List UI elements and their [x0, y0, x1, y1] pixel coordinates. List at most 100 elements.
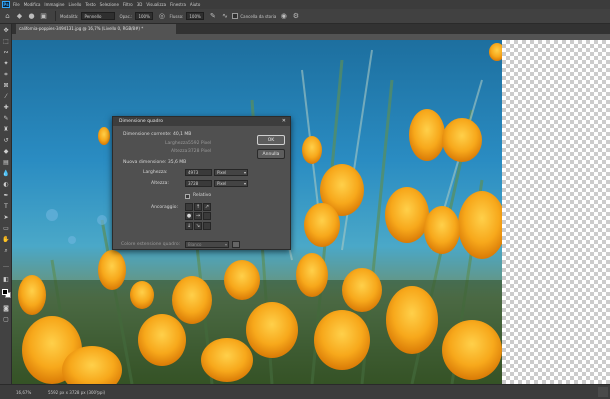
opacity-field[interactable]: 100% — [135, 12, 154, 20]
menu-type[interactable]: Testo — [85, 2, 95, 7]
document-tab-bar: california-poppies-3494131.jpg @ 16,7% (… — [12, 24, 610, 34]
document-tab[interactable]: california-poppies-3494131.jpg @ 16,7% (… — [16, 24, 176, 34]
anchor-grid: ↑ ↗ ● → ↓ ↘ — [185, 203, 212, 230]
anchor-center[interactable]: → — [194, 212, 202, 221]
brush-settings-icon[interactable]: ▣ — [39, 12, 48, 21]
chevron-down-icon: ▾ — [243, 170, 246, 175]
current-width-label: Larghezza: — [165, 141, 190, 146]
menu-layer[interactable]: Livello — [69, 2, 82, 7]
chevron-right-icon[interactable]: › — [96, 389, 98, 395]
close-icon[interactable]: ✕ — [282, 117, 286, 126]
menu-help[interactable]: Aiuto — [190, 2, 200, 7]
menu-view[interactable]: Visualizza — [146, 2, 166, 7]
extension-color-select[interactable]: Bianco ▾ — [185, 241, 229, 248]
height-input[interactable]: 3728 — [185, 180, 212, 187]
anchor-bottom-left[interactable]: ↓ — [185, 221, 193, 230]
options-bar: ⌂ ◆ ● ▣ Modalità: Pennello Opac.: 100% ◎… — [0, 9, 610, 24]
anchor-top[interactable]: ↑ — [194, 203, 202, 211]
height-unit-value: Pixel — [217, 181, 227, 186]
brush-tool-icon[interactable]: ✎ — [2, 115, 10, 123]
history-brush-tool-icon[interactable]: ↺ — [2, 137, 10, 145]
eyedropper-tool-icon[interactable]: ⁄ — [2, 93, 10, 101]
tools-panel: ✥ ⬚ ∾ ✦ ⌗ ⊠ ⁄ ✚ ✎ ♜ ↺ ◆ ▤ 💧 ◐ ✒ T ➤ ▭ ✋ … — [0, 24, 12, 384]
type-tool-icon[interactable]: T — [2, 203, 10, 211]
eraser-tool-icon[interactable]: ◆ — [15, 12, 24, 21]
canvas-area[interactable] — [12, 34, 610, 384]
current-height-value: 3728 Pixel — [188, 149, 212, 154]
menu-edit[interactable]: Modifica — [24, 2, 41, 7]
opacity-label: Opac.: — [119, 13, 133, 19]
home-icon[interactable]: ⌂ — [3, 12, 12, 21]
mode-select[interactable]: Pennello — [81, 12, 116, 20]
flow-label: Flusso: — [169, 13, 184, 19]
more-tools-icon[interactable]: … — [2, 262, 10, 270]
marquee-tool-icon[interactable]: ⬚ — [2, 38, 10, 46]
cancel-button[interactable]: Annulla — [257, 149, 285, 159]
menu-window[interactable]: Finestra — [170, 2, 186, 7]
clone-stamp-tool-icon[interactable]: ♜ — [2, 126, 10, 134]
healing-brush-tool-icon[interactable]: ✚ — [2, 104, 10, 112]
symmetry-icon[interactable]: ⚙ — [291, 12, 300, 21]
crop-tool-icon[interactable]: ⌗ — [2, 71, 10, 79]
width-input[interactable]: 4973 — [185, 169, 212, 176]
anchor-bottom-right[interactable] — [203, 221, 211, 230]
menu-bar: Ps File Modifica Immagine Livello Testo … — [0, 0, 610, 9]
scrollbar-corner — [598, 387, 608, 397]
path-selection-tool-icon[interactable]: ➤ — [2, 214, 10, 222]
pressure-size-icon[interactable]: ◉ — [279, 12, 288, 21]
width-unit-value: Pixel — [217, 170, 227, 175]
transparent-canvas-extension — [502, 40, 610, 384]
zoom-level[interactable]: 16,67% — [16, 390, 31, 395]
anchor-top-right[interactable]: ↗ — [203, 203, 211, 211]
height-unit-select[interactable]: Pixel ▾ — [214, 180, 248, 187]
menu-image[interactable]: Immagine — [44, 2, 64, 7]
ok-button[interactable]: OK — [257, 135, 285, 145]
erase-history-label: Cancella da storia — [240, 13, 277, 19]
width-unit-select[interactable]: Pixel ▾ — [214, 169, 248, 176]
hand-tool-icon[interactable]: ✋ — [2, 236, 10, 244]
photoshop-window: Ps File Modifica Immagine Livello Testo … — [0, 0, 610, 399]
quick-selection-tool-icon[interactable]: ✦ — [2, 60, 10, 68]
pressure-opacity-icon[interactable]: ◎ — [157, 12, 166, 21]
dialog-title: Dimensione quadro — [113, 117, 290, 126]
brush-preset-icon[interactable]: ● — [27, 12, 36, 21]
lasso-tool-icon[interactable]: ∾ — [2, 49, 10, 57]
quick-mask-icon[interactable]: ◙ — [2, 305, 10, 313]
menu-3d[interactable]: 3D — [137, 2, 143, 7]
anchor-label: Ancoraggio: — [151, 205, 178, 210]
move-tool-icon[interactable]: ✥ — [2, 27, 10, 35]
erase-history-checkbox[interactable] — [232, 13, 239, 19]
airbrush-icon[interactable]: ✎ — [208, 12, 217, 21]
relative-checkbox[interactable] — [185, 194, 190, 199]
dodge-tool-icon[interactable]: ◐ — [2, 181, 10, 189]
screen-mode-icon[interactable]: ▢ — [2, 316, 10, 324]
menu-file[interactable]: File — [13, 2, 20, 7]
blur-tool-icon[interactable]: 💧 — [2, 170, 10, 178]
gradient-tool-icon[interactable]: ▤ — [2, 159, 10, 167]
relative-label: Relativo — [193, 193, 212, 198]
anchor-right[interactable] — [203, 212, 211, 221]
flow-field[interactable]: 100% — [186, 12, 205, 20]
current-width-value: 5592 Pixel — [188, 141, 212, 146]
menu-select[interactable]: Selezione — [100, 2, 119, 7]
eraser-tool-icon[interactable]: ◆ — [2, 148, 10, 156]
photoshop-logo: Ps — [2, 1, 10, 8]
chevron-down-icon: ▾ — [243, 181, 246, 186]
extension-color-swatch[interactable] — [232, 241, 240, 248]
menu-filter[interactable]: Filtro — [123, 2, 133, 7]
separator — [55, 11, 56, 21]
extension-color-value: Bianco — [188, 242, 202, 247]
pen-tool-icon[interactable]: ✒ — [2, 192, 10, 200]
anchor-bottom[interactable]: ↘ — [194, 221, 202, 230]
zoom-tool-icon[interactable]: ⌕ — [2, 247, 10, 255]
current-height-label: Altezza: — [171, 149, 189, 154]
rectangle-tool-icon[interactable]: ▭ — [2, 225, 10, 233]
anchor-top-left[interactable] — [185, 203, 193, 211]
smoothing-icon[interactable]: ∿ — [220, 12, 229, 21]
anchor-left[interactable]: ● — [185, 212, 193, 221]
default-colors-icon[interactable]: ◧ — [2, 276, 10, 284]
mode-label: Modalità: — [60, 13, 79, 19]
frame-tool-icon[interactable]: ⊠ — [2, 82, 10, 90]
canvas-size-dialog: Dimensione quadro ✕ Dimensione corrente:… — [112, 116, 291, 250]
foreground-color-swatch[interactable] — [2, 289, 8, 295]
